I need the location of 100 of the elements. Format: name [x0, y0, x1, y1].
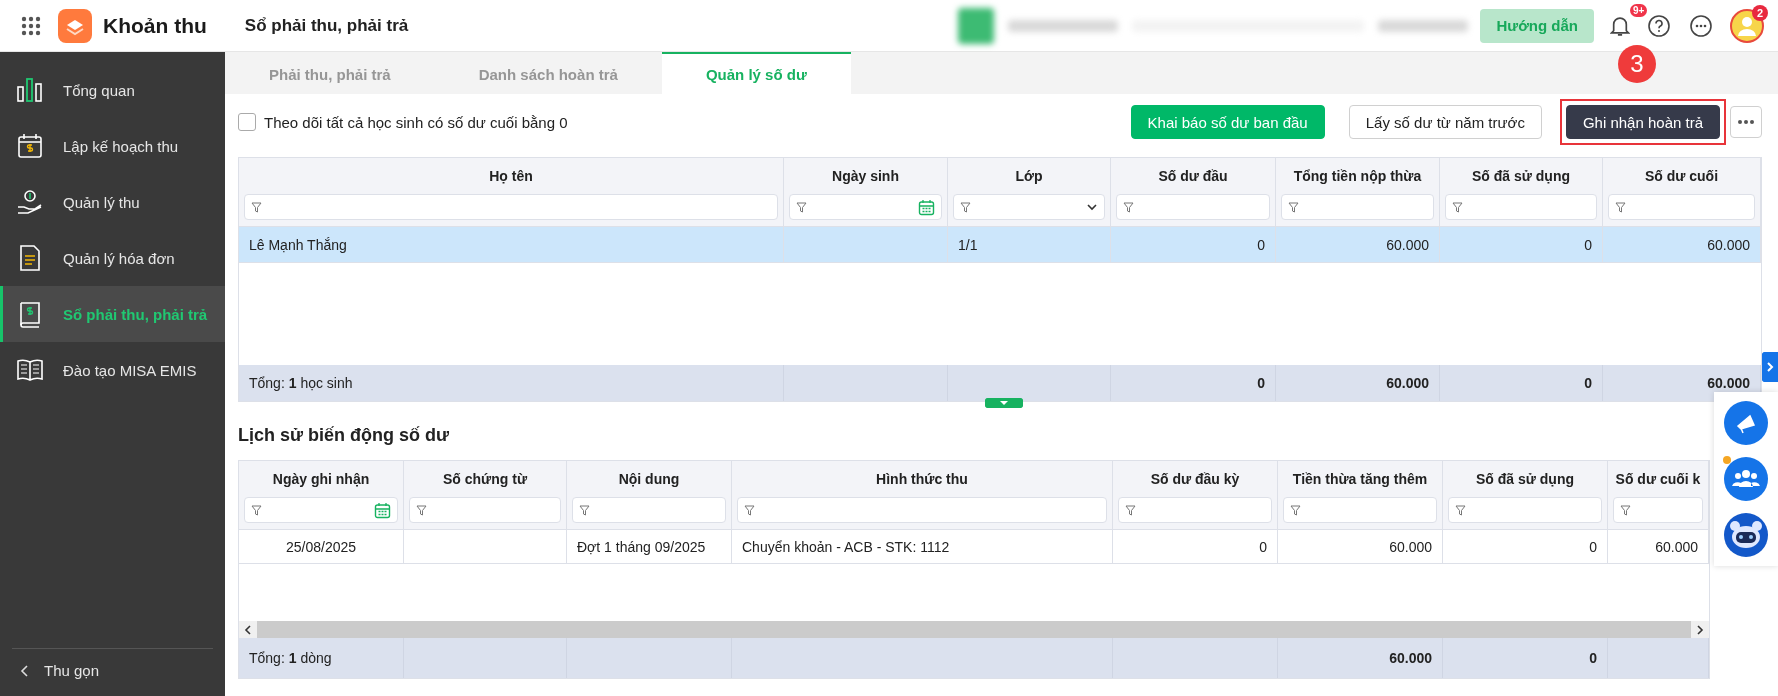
calendar-icon	[15, 131, 45, 161]
filter-icon	[579, 504, 590, 516]
filter-field[interactable]	[789, 194, 942, 220]
more-icon[interactable]	[1688, 12, 1714, 39]
filter-icon	[1290, 504, 1301, 516]
filter-field[interactable]	[244, 194, 778, 220]
filter-field[interactable]	[1445, 194, 1597, 220]
summary-cell: Tổng: 1 học sinh	[249, 375, 353, 391]
filter-field[interactable]	[1116, 194, 1270, 220]
column-title: Số dư đầu kỳ	[1149, 470, 1241, 489]
filter-field[interactable]	[1613, 497, 1703, 523]
table-cell: 1/1	[948, 227, 1111, 263]
more-button[interactable]	[1730, 106, 1762, 138]
filter-field[interactable]	[244, 497, 398, 523]
filter-icon	[796, 201, 807, 213]
table-cell: 0	[1113, 530, 1278, 564]
drag-handle[interactable]	[985, 398, 1023, 408]
filter-field[interactable]	[409, 497, 561, 523]
toolbar-button[interactable]: Ghi nhận hoàn trả	[1565, 105, 1720, 139]
table-cell: Chuyển khoản - ACB - STK: 1112	[732, 530, 1113, 564]
filter-field[interactable]	[572, 497, 726, 523]
summary-cell: 60.000	[1389, 650, 1432, 666]
filter-field[interactable]	[1283, 497, 1437, 523]
filter-field[interactable]	[1608, 194, 1755, 220]
panel-toggle-button[interactable]	[1762, 352, 1778, 382]
app-name: Khoản thu	[103, 13, 207, 38]
filter-icon	[416, 504, 427, 516]
column-title: Nội dung	[617, 470, 681, 489]
summary-cell: 0	[1257, 375, 1265, 391]
chevron-right-icon[interactable]	[1695, 624, 1705, 635]
filter-field[interactable]	[953, 194, 1105, 220]
summary-cell: 60.000	[1707, 375, 1750, 391]
chevron-down-icon[interactable]	[1086, 201, 1098, 213]
filter-icon	[1125, 504, 1136, 516]
filter-icon	[251, 504, 262, 516]
community-button[interactable]	[1723, 456, 1769, 502]
sidebar-item[interactable]: Tổng quan	[0, 62, 225, 118]
toolbar-button[interactable]: Lấy số dư từ năm trước	[1348, 105, 1542, 139]
megaphone-button[interactable]	[1723, 400, 1769, 446]
filter-field[interactable]	[1281, 194, 1434, 220]
filter-field[interactable]	[1448, 497, 1602, 523]
filter-icon	[1455, 504, 1466, 516]
table-cell: 60.000	[1608, 530, 1709, 564]
page-title: Sổ phải thu, phải trả	[244, 15, 409, 36]
sidebar-item[interactable]: Quản lý thu	[0, 174, 225, 230]
column-title: Số chứng từ	[441, 470, 529, 489]
column-title: Họ tên	[488, 167, 534, 186]
summary-cell: 0	[1589, 650, 1597, 666]
summary-cell: Tổng: 1 dòng	[249, 650, 332, 666]
table-row[interactable]: Lê Mạnh Thắng 1/1 0 60.000 0 60.000	[239, 227, 1761, 263]
sidebar-item[interactable]: Đào tạo MISA EMIS	[0, 342, 225, 398]
summary-cell: 60.000	[1386, 375, 1429, 391]
table-cell: 25/08/2025	[239, 530, 404, 564]
column-title: Tổng tiền nộp thừa	[1292, 167, 1423, 186]
table-cell: 60.000	[1278, 530, 1443, 564]
app-logo-icon	[58, 8, 92, 43]
checkbox[interactable]	[238, 113, 256, 131]
help-icon[interactable]	[1646, 12, 1672, 39]
filter-icon	[744, 504, 755, 516]
table-cell: Lê Mạnh Thắng	[239, 227, 784, 263]
table-cell: Đợt 1 tháng 09/2025	[567, 530, 732, 564]
column-title: Hình thức thu	[875, 470, 969, 489]
filter-icon	[1615, 201, 1626, 213]
calendar-icon[interactable]	[374, 501, 391, 519]
filter-field[interactable]	[737, 497, 1107, 523]
column-title: Ngày ghi nhận	[271, 470, 371, 489]
filter-icon	[1123, 201, 1134, 213]
column-title: Số dư đầu	[1157, 167, 1229, 186]
filter-icon	[251, 201, 262, 213]
table-cell: 0	[1440, 227, 1603, 263]
column-title: Tiền thừa tăng thêm	[1291, 470, 1429, 489]
column-title: Lớp	[1014, 167, 1044, 186]
table-cell: 0	[1443, 530, 1608, 564]
collapse-button[interactable]: Thu gọn	[12, 648, 213, 692]
filter-icon	[1288, 201, 1299, 213]
notification-badge: 9+	[1630, 3, 1648, 17]
summary-cell: 0	[1584, 375, 1592, 391]
chevron-left-icon[interactable]	[243, 624, 253, 635]
filter-icon	[1620, 504, 1631, 516]
section-title: Lịch sử biến động số dư	[237, 423, 450, 447]
filter-icon	[960, 201, 971, 213]
table-cell: 60.000	[1276, 227, 1440, 263]
column-title: Số đã sử dụng	[1475, 470, 1575, 489]
chart-icon	[15, 75, 45, 105]
apps-grid-icon[interactable]	[20, 14, 42, 37]
horizontal-scrollbar[interactable]	[239, 621, 1709, 638]
table-cell: 0	[1111, 227, 1276, 263]
sidebar-item[interactable]: Sổ phải thu, phải trả	[0, 286, 225, 342]
avatar-badge: 2	[1752, 4, 1768, 21]
chatbot-button[interactable]	[1723, 512, 1769, 558]
bell-icon[interactable]	[1610, 15, 1630, 36]
sidebar-item[interactable]: Quản lý hóa đơn	[0, 230, 225, 286]
table-cell: 60.000	[1603, 227, 1761, 263]
filter-field[interactable]	[1118, 497, 1272, 523]
sidebar-item[interactable]: Lập kế hoạch thu	[0, 118, 225, 174]
checkbox-label: Theo dõi tất cả học sinh có số dư cuối bằng 0	[264, 113, 568, 131]
table-row[interactable]: 25/08/2025 Đợt 1 tháng 09/2025 Chuyển khoản - ACB - STK: 1112 0 60.000 0 60.000	[239, 530, 1709, 564]
column-title: Số đã sử dụng	[1471, 167, 1571, 186]
column-title: Ngày sinh	[831, 167, 900, 186]
calendar-icon[interactable]	[918, 198, 935, 216]
